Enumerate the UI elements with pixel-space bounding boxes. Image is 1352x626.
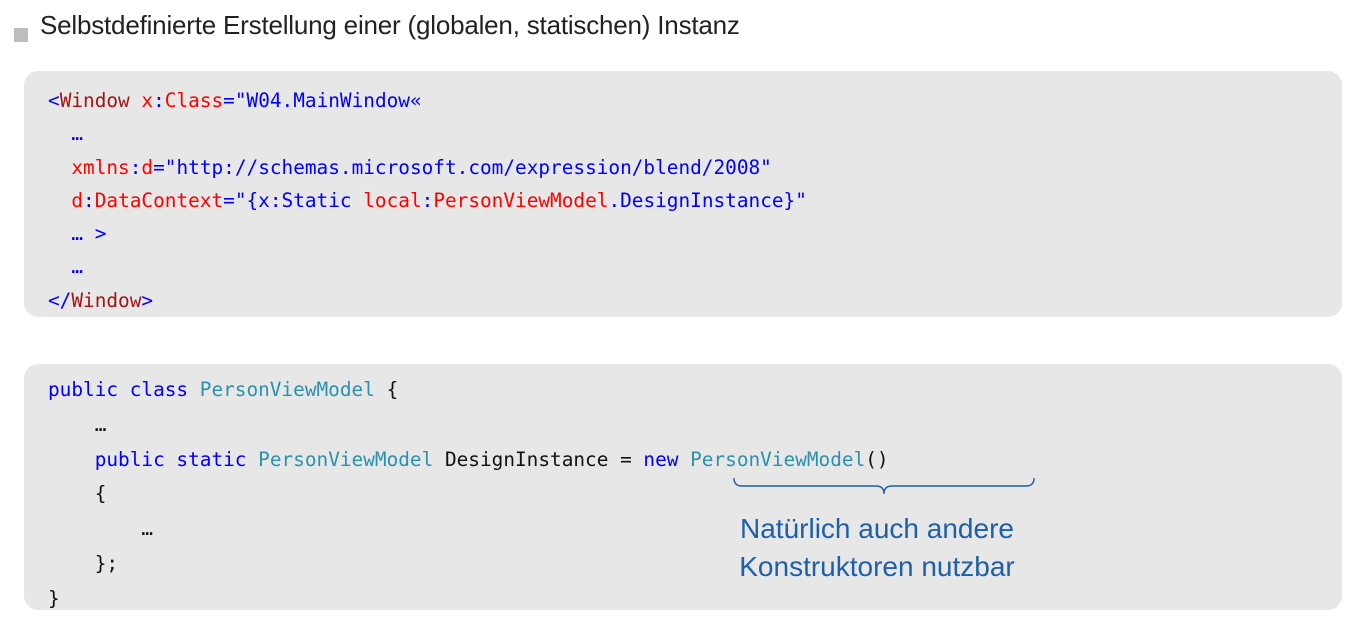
curly-brace-icon: [733, 477, 1035, 495]
csharp-line-2: …: [48, 412, 107, 436]
annotation-line-2: Konstruktoren nutzbar: [739, 551, 1015, 582]
xaml-line-7: </Window>: [48, 288, 154, 312]
xaml-line-2: …: [48, 122, 84, 146]
csharp-line-5: …: [48, 517, 154, 541]
csharp-line-6: };: [48, 551, 119, 575]
annotation-note: Natürlich auch andere Konstruktoren nutz…: [712, 510, 1042, 586]
slide-heading: Selbstdefinierte Erstellung einer (globa…: [40, 10, 740, 40]
csharp-line-1: public class PersonViewModel {: [48, 378, 399, 401]
csharp-line-7: }: [48, 586, 60, 610]
xaml-line-5: … >: [48, 222, 107, 246]
bullet-square-icon: [14, 28, 28, 42]
xaml-line-1: <Window x:Class="W04.MainWindow«: [48, 89, 422, 112]
xaml-line-3: xmlns:d="http://schemas.microsoft.com/ex…: [48, 155, 772, 179]
xaml-line-6: …: [48, 255, 84, 279]
csharp-line-4: {: [48, 482, 107, 506]
csharp-line-3: public static PersonViewModel DesignInst…: [94, 447, 889, 471]
annotation-line-1: Natürlich auch andere: [740, 513, 1014, 544]
xaml-line-4: d:DataContext="{x:Static local:PersonVie…: [48, 188, 807, 212]
xaml-code-block: <Window x:Class="W04.MainWindow« … xmlns…: [48, 84, 807, 317]
